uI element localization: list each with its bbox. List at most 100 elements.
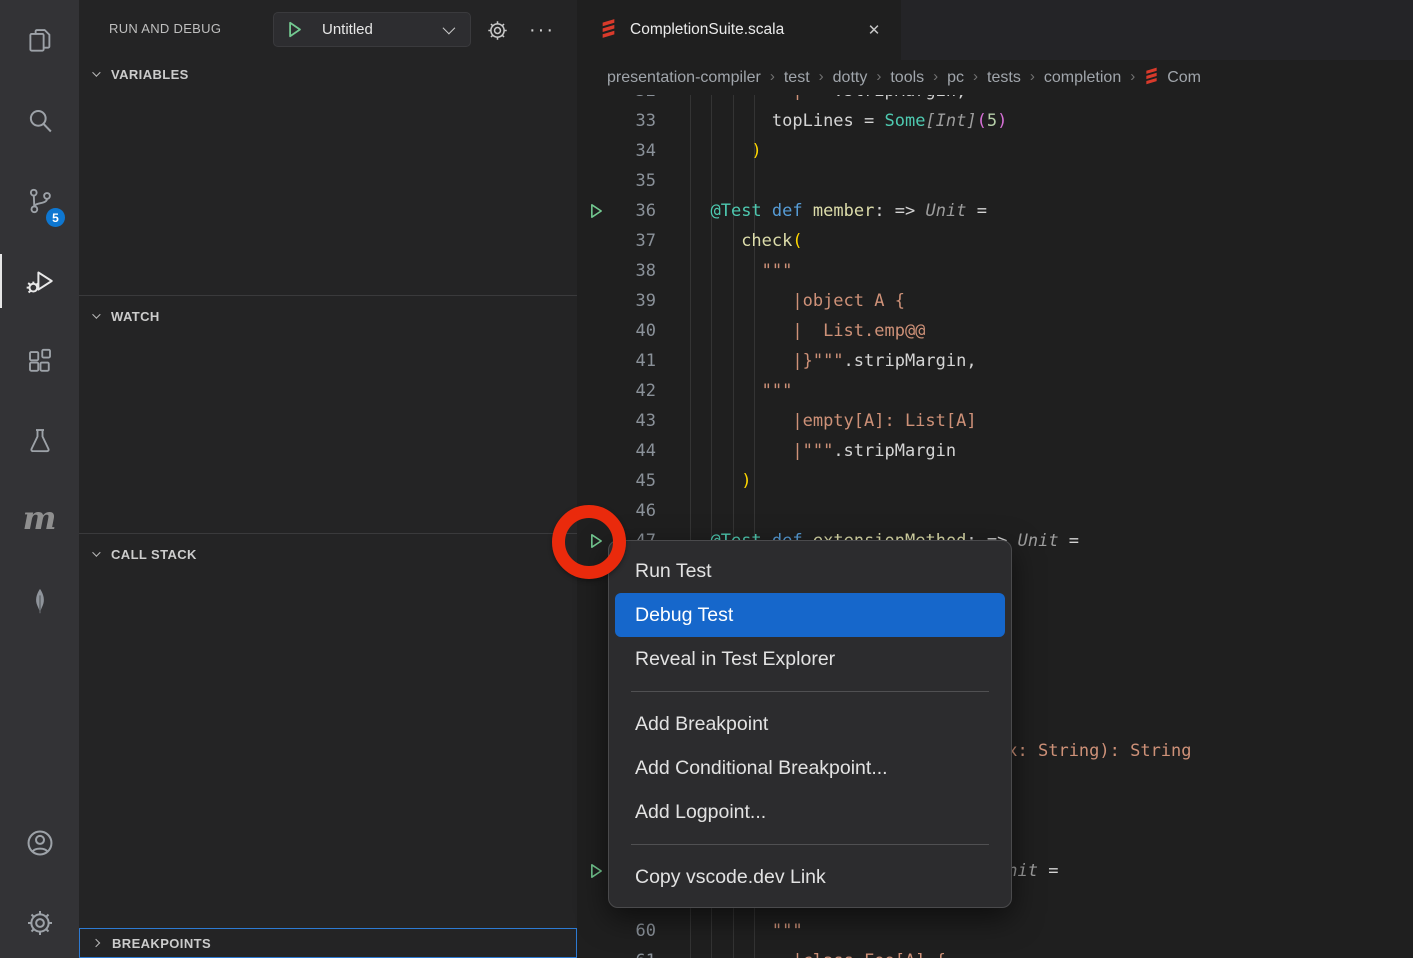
code-line-61[interactable]: 61 |class Foo[A] { [577, 946, 1413, 958]
more-actions-icon[interactable]: ··· [527, 16, 557, 44]
breadcrumb-item-tests[interactable]: tests [987, 69, 1021, 87]
activitybar-extensions[interactable] [0, 332, 79, 390]
gutter [577, 406, 605, 436]
breadcrumb-item-dotty[interactable]: dotty [833, 69, 868, 87]
line-content: """ [656, 916, 1413, 946]
breadcrumb-separator-icon: › [933, 68, 938, 85]
run-test-gutter-icon[interactable] [577, 196, 605, 226]
code-line-32[interactable]: 32 |""".stripMargin, [577, 95, 1413, 106]
gutter [577, 616, 605, 646]
breadcrumb-separator-icon: › [1030, 68, 1035, 85]
menu-item-run-test[interactable]: Run Test [609, 549, 1011, 593]
section-variables: VARIABLES [79, 62, 577, 86]
code-line-36[interactable]: 36 @Test def member: => Unit = [577, 196, 1413, 226]
run-and-debug-sidebar: RUN AND DEBUG Untitled ··· VARIABLES WAT… [79, 0, 577, 958]
breadcrumb-item-test[interactable]: test [784, 69, 810, 87]
code-line-45[interactable]: 45 ) [577, 466, 1413, 496]
run-test-gutter-icon[interactable] [577, 526, 605, 556]
breadcrumb-item-com[interactable]: Com [1144, 66, 1201, 90]
activitybar-source-control[interactable]: 5 [0, 172, 79, 230]
configure-gear-icon[interactable] [483, 16, 511, 44]
menu-item-add-breakpoint[interactable]: Add Breakpoint [609, 702, 1011, 746]
call-stack-section-label: CALL STACK [111, 547, 197, 562]
code-line-44[interactable]: 44 |""".stripMargin [577, 436, 1413, 466]
menu-item-reveal-in-test-explorer[interactable]: Reveal in Test Explorer [609, 637, 1011, 681]
code-line-38[interactable]: 38 """ [577, 256, 1413, 286]
code-line-37[interactable]: 37 check( [577, 226, 1413, 256]
gutter [577, 466, 605, 496]
activitybar-settings[interactable] [0, 894, 79, 952]
chevron-down-icon [88, 309, 102, 323]
code-line-35[interactable]: 35 [577, 166, 1413, 196]
code-line-60[interactable]: 60 """ [577, 916, 1413, 946]
watch-section-header[interactable]: WATCH [79, 304, 577, 328]
tab-completionsuite[interactable]: CompletionSuite.scala ✕ [577, 0, 901, 60]
code-line-39[interactable]: 39 |object A { [577, 286, 1413, 316]
activitybar-mongodb[interactable] [0, 572, 79, 630]
gutter [577, 646, 605, 676]
mongodb-leaf-icon [25, 586, 55, 616]
gutter [577, 286, 605, 316]
line-number: 37 [605, 226, 656, 256]
activitybar-testing[interactable] [0, 412, 79, 470]
extensions-icon [25, 346, 55, 376]
activitybar-accounts[interactable] [0, 814, 79, 872]
line-content: topLines = Some[Int](5) [656, 106, 1413, 136]
menu-item-add-logpoint[interactable]: Add Logpoint... [609, 790, 1011, 834]
menu-item-add-conditional-breakpoint[interactable]: Add Conditional Breakpoint... [609, 746, 1011, 790]
launch-config-dropdown[interactable]: Untitled [273, 12, 471, 47]
menu-item-debug-test[interactable]: Debug Test [615, 593, 1005, 637]
code-line-40[interactable]: 40 | List.emp@@ [577, 316, 1413, 346]
code-line-46[interactable]: 46 [577, 496, 1413, 526]
code-line-42[interactable]: 42 """ [577, 376, 1413, 406]
gutter [577, 346, 605, 376]
gutter [577, 586, 605, 616]
menu-item-copy-vscode-dev-link[interactable]: Copy vscode.dev Link [609, 855, 1011, 899]
breakpoints-section-header[interactable]: BREAKPOINTS [80, 931, 576, 955]
run-test-gutter-icon[interactable] [577, 856, 605, 886]
breadcrumb-item-tools[interactable]: tools [890, 69, 924, 87]
debug-icon [24, 265, 56, 297]
close-icon[interactable]: ✕ [863, 19, 885, 41]
code-line-41[interactable]: 41 |}""".stripMargin, [577, 346, 1413, 376]
sidebar-header: RUN AND DEBUG Untitled ··· [79, 8, 577, 52]
variables-section-header[interactable]: VARIABLES [79, 62, 577, 86]
chevron-right-icon [89, 936, 103, 950]
line-number: 46 [605, 496, 656, 526]
gutter [577, 106, 605, 136]
code-line-43[interactable]: 43 |empty[A]: List[A] [577, 406, 1413, 436]
line-number: 36 [605, 196, 656, 226]
line-number: 61 [605, 946, 656, 958]
activity-bar: 5 m [0, 0, 79, 958]
metals-icon: m [23, 502, 57, 534]
line-content: """ [656, 376, 1413, 406]
source-control-badge: 5 [46, 208, 65, 227]
code-line-33[interactable]: 33 topLines = Some[Int](5) [577, 106, 1413, 136]
breadcrumb-item-presentation-compiler[interactable]: presentation-compiler [607, 69, 761, 87]
vscode-window: 5 m RUN AND DEBUG Untitled [0, 0, 1413, 958]
activitybar-search[interactable] [0, 92, 79, 150]
activitybar-run-and-debug[interactable] [0, 252, 79, 310]
call-stack-section-header[interactable]: CALL STACK [79, 542, 577, 566]
gutter [577, 706, 605, 736]
line-content: | List.emp@@ [656, 316, 1413, 346]
line-content: """ [656, 256, 1413, 286]
activitybar-explorer[interactable] [0, 12, 79, 70]
breadcrumb-item-completion[interactable]: completion [1044, 69, 1121, 87]
line-number: 33 [605, 106, 656, 136]
line-content: check( [656, 226, 1413, 256]
start-debug-play-icon[interactable] [285, 20, 304, 39]
breadcrumb-separator-icon: › [1130, 68, 1135, 85]
gutter [577, 436, 605, 466]
gutter [577, 496, 605, 526]
activitybar-metals[interactable]: m [0, 492, 79, 550]
gutter [577, 95, 605, 106]
breadcrumb-item-pc[interactable]: pc [947, 69, 964, 87]
line-content: @Test def member: => Unit = [656, 196, 1413, 226]
gutter [577, 556, 605, 586]
line-number: 39 [605, 286, 656, 316]
line-number: 45 [605, 466, 656, 496]
section-breakpoints: BREAKPOINTS [79, 928, 577, 958]
beaker-icon [25, 426, 55, 456]
code-line-34[interactable]: 34 ) [577, 136, 1413, 166]
